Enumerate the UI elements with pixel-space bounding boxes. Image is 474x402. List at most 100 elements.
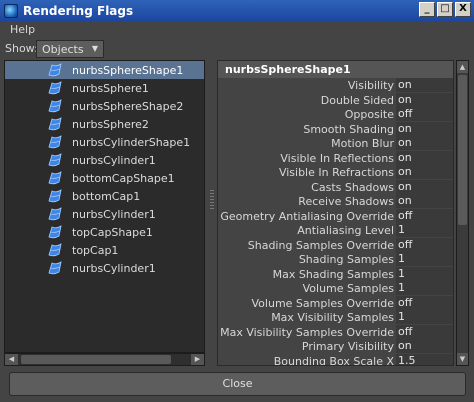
nurbs-surface-icon <box>48 261 62 275</box>
attribute-label: Primary Visibility <box>301 340 394 353</box>
outliner-item[interactable]: nurbsSphereShape1 <box>5 61 204 79</box>
attribute-row: Visible In Reflections on <box>218 150 453 166</box>
window-controls: _ □ X <box>419 2 471 17</box>
nurbs-surface-icon <box>48 135 62 149</box>
outliner-item[interactable]: nurbsCylinder1 <box>5 259 204 277</box>
scroll-right-icon[interactable]: ▶ <box>191 354 204 365</box>
outliner-item[interactable]: topCap1 <box>5 241 204 259</box>
attribute-label: Max Shading Samples <box>272 267 394 281</box>
outliner-item-label: nurbsCylinder1 <box>72 262 156 275</box>
attribute-value-field[interactable]: on <box>396 78 453 92</box>
attribute-value-field[interactable]: 1 <box>396 223 453 237</box>
outliner-item-label: nurbsSphereShape2 <box>72 100 184 113</box>
menu-bar: Help <box>0 21 474 38</box>
attribute-row: Opposite off <box>218 107 453 122</box>
attribute-value-field[interactable]: off <box>396 107 453 121</box>
attribute-label: Geometry Antialiasing Override <box>220 209 394 223</box>
attribute-label: Visible In Refractions <box>278 166 394 179</box>
attribute-value-field[interactable]: off <box>396 295 453 310</box>
attribute-label: Shading Samples <box>298 253 394 266</box>
attribute-value-field[interactable]: 1.5 <box>396 353 453 365</box>
outliner-item-label: nurbsCylinder1 <box>72 154 156 167</box>
attribute-value-field[interactable]: 1 <box>396 266 453 281</box>
close-window-button[interactable]: X <box>455 2 471 17</box>
attribute-row: Max Visibility Samples Override off <box>218 324 453 340</box>
attribute-panel-header: nurbsSphereShape1 <box>218 61 453 78</box>
scroll-down-icon[interactable]: ▼ <box>457 353 468 365</box>
outliner-item-label: nurbsSphere1 <box>72 82 149 95</box>
splitter-grip-icon[interactable] <box>210 190 214 210</box>
outliner-item-label: nurbsCylinderShape1 <box>72 136 191 149</box>
attribute-label: Receive Shadows <box>298 195 394 208</box>
outliner-item-label: topCap1 <box>72 244 119 257</box>
nurbs-surface-icon <box>48 225 62 239</box>
nurbs-surface-icon <box>48 207 62 221</box>
attribute-label: Antialiasing Level <box>297 224 394 237</box>
attribute-value-field[interactable]: on <box>396 121 453 136</box>
chevron-down-icon[interactable]: ▼ <box>87 41 103 57</box>
show-dropdown[interactable]: Objects ▼ <box>36 40 104 58</box>
attribute-value-field[interactable]: on <box>396 150 453 165</box>
attribute-value-field[interactable]: on <box>396 136 453 150</box>
attribute-value-field[interactable]: on <box>396 339 453 353</box>
attribute-row: Antialiasing Level 1 <box>218 223 453 238</box>
horizontal-scroll-thumb[interactable] <box>21 355 171 364</box>
minimize-button[interactable]: _ <box>419 2 435 17</box>
attribute-label: Visibility <box>347 79 394 92</box>
attribute-row: Smooth Shading on <box>218 121 453 137</box>
attribute-label: Max Visibility Samples <box>271 311 394 324</box>
attribute-value-field[interactable]: on <box>396 179 453 194</box>
nurbs-surface-icon <box>48 117 62 131</box>
horizontal-scrollbar[interactable]: ◀ ▶ <box>4 353 205 366</box>
scroll-up-icon[interactable]: ▲ <box>457 61 468 73</box>
outliner-item[interactable]: nurbsCylinderShape1 <box>5 133 204 151</box>
attribute-row: Visibility on <box>218 78 453 93</box>
outliner-item-label: nurbsCylinder1 <box>72 208 156 221</box>
title-bar: Rendering Flags _ □ X <box>0 0 474 21</box>
vertical-scrollbar[interactable]: ▲ ▼ <box>456 60 469 366</box>
outliner-item[interactable]: nurbsSphere1 <box>5 79 204 97</box>
attribute-value-field[interactable]: on <box>396 194 453 208</box>
outliner-item[interactable]: nurbsCylinder1 <box>5 151 204 169</box>
attribute-value-field[interactable]: on <box>396 165 453 179</box>
attribute-value-field[interactable]: off <box>396 237 453 252</box>
attribute-label: Volume Samples <box>302 282 394 295</box>
attribute-label: Shading Samples Override <box>247 238 394 252</box>
vertical-scroll-thumb[interactable] <box>458 75 467 225</box>
outliner-item[interactable]: nurbsSphereShape2 <box>5 97 204 115</box>
window-title: Rendering Flags <box>23 3 134 18</box>
attribute-label: Double Sided <box>320 93 394 107</box>
attribute-value-field[interactable]: on <box>396 92 453 107</box>
outliner-item[interactable]: topCapShape1 <box>5 223 204 241</box>
nurbs-surface-icon <box>48 153 62 167</box>
pane-splitter[interactable] <box>208 60 216 366</box>
attribute-label: Motion Blur <box>331 137 394 150</box>
nurbs-surface-icon <box>48 99 62 113</box>
attribute-label: Smooth Shading <box>303 122 394 136</box>
scroll-left-icon[interactable]: ◀ <box>5 354 18 365</box>
object-list[interactable]: nurbsSphereShape1 nurbsSphere1 nurbsSphere… <box>4 60 205 353</box>
show-filter-bar: Show: Objects ▼ <box>0 38 474 60</box>
attribute-row: Max Shading Samples 1 <box>218 266 453 282</box>
maya-app-icon[interactable] <box>4 3 18 18</box>
outliner-item[interactable]: nurbsCylinder1 <box>5 205 204 223</box>
nurbs-surface-icon <box>48 81 62 95</box>
outliner-item[interactable]: nurbsSphere2 <box>5 115 204 133</box>
outliner-item-label: nurbsSphereShape1 <box>72 64 184 77</box>
attribute-label: Opposite <box>344 108 394 121</box>
attribute-row: Primary Visibility on <box>218 339 453 354</box>
attribute-value-field[interactable]: off <box>396 324 453 339</box>
maximize-button[interactable]: □ <box>437 2 453 17</box>
outliner-item[interactable]: bottomCapShape1 <box>5 169 204 187</box>
attribute-row: Volume Samples 1 <box>218 281 453 296</box>
attribute-value-field[interactable]: off <box>396 208 453 223</box>
attribute-value-field[interactable]: 1 <box>396 281 453 295</box>
outliner-item[interactable]: bottomCap1 <box>5 187 204 205</box>
attribute-value-field[interactable]: 1 <box>396 252 453 266</box>
attribute-row: Volume Samples Override off <box>218 295 453 311</box>
attribute-value-field[interactable]: 1 <box>396 310 453 324</box>
attribute-row: Bounding Box Scale X 1.5 <box>218 353 453 365</box>
attribute-row: Casts Shadows on <box>218 179 453 195</box>
menu-help[interactable]: Help <box>10 23 35 36</box>
close-button[interactable]: Close <box>9 372 466 396</box>
